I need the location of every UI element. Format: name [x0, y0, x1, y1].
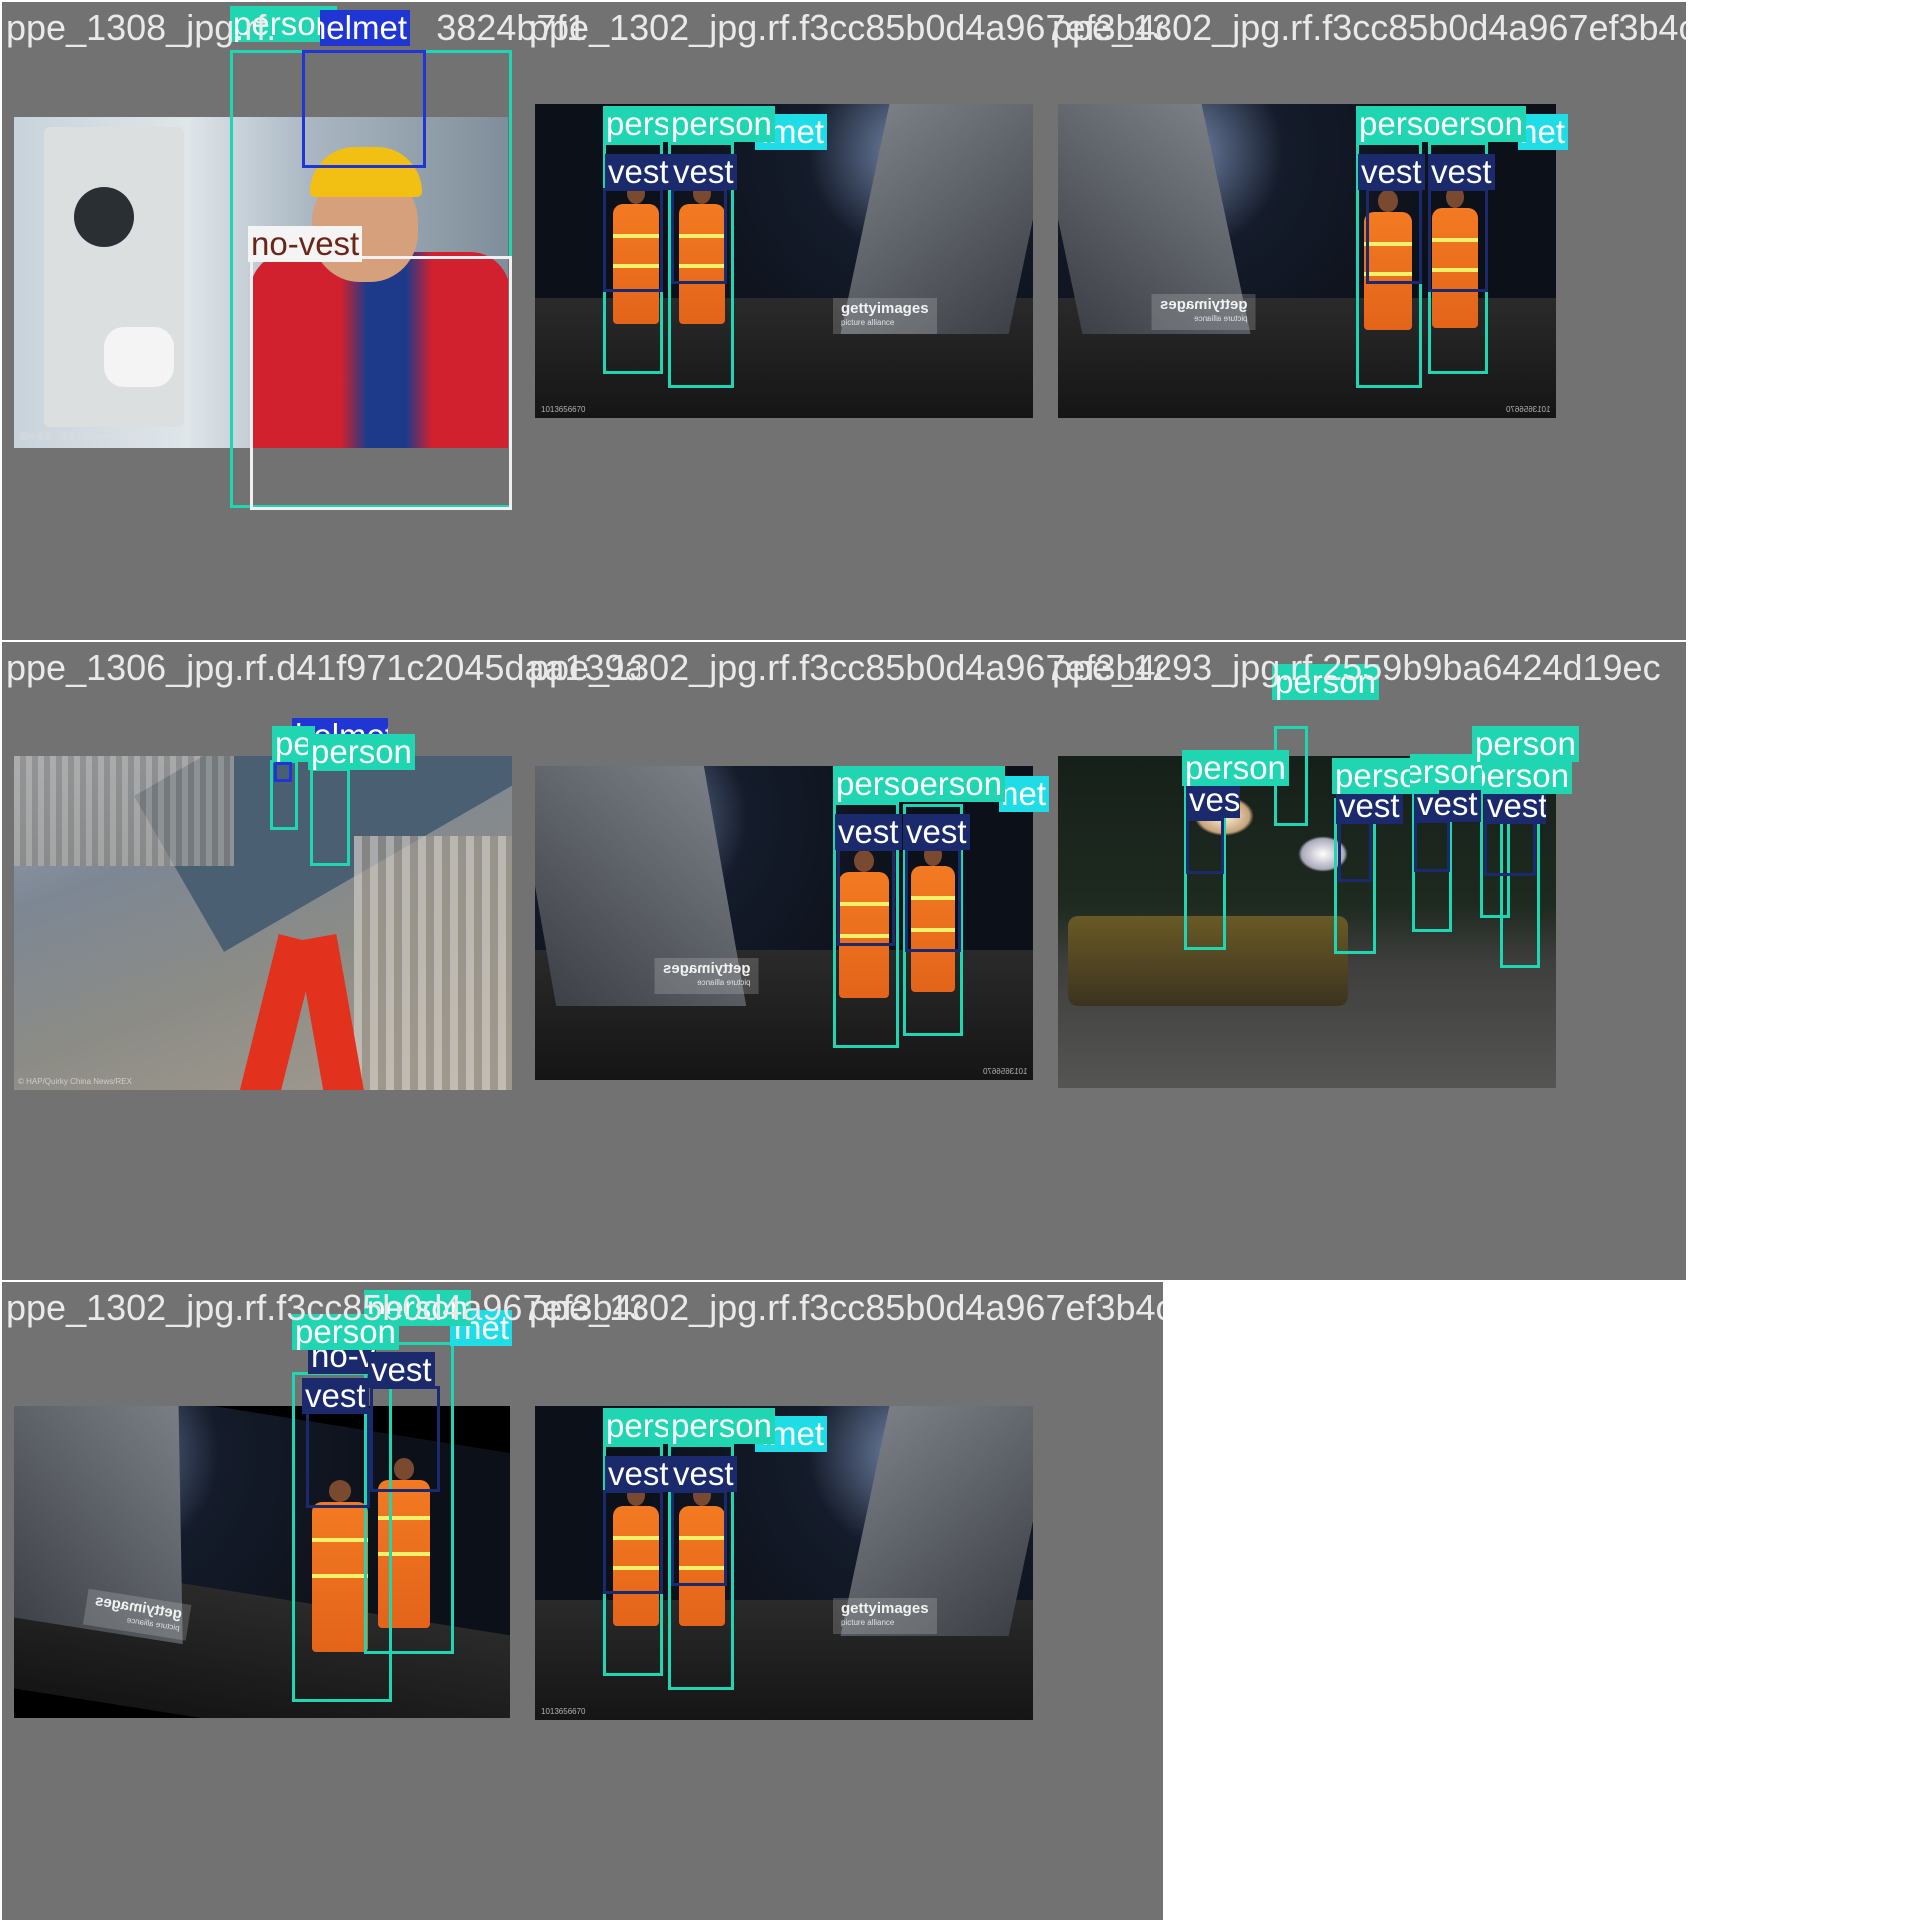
- person-label-b: person: [308, 734, 415, 770]
- vest-box-b: [905, 848, 961, 952]
- person-label-a: pers: [603, 1408, 674, 1444]
- watermark: gettyimages picture alliance: [833, 298, 937, 334]
- vest-box-b: [671, 188, 727, 284]
- vest-label-a: vest: [605, 1456, 672, 1492]
- photo: © HAP/Quirky China News/REX: [14, 756, 512, 1090]
- person-label-5: person: [1472, 726, 1579, 762]
- tile-title: ppe_1308_jpg.rf. 3824b7f1: [6, 7, 587, 48]
- vest-box-a: [1366, 188, 1422, 284]
- person-label-b: person: [1436, 106, 1526, 142]
- detection-mosaic: ppe_1308_jpg.rf. 3824b7f1 图片来源：视觉中国 www.v…: [0, 0, 1920, 1920]
- vest-box-b: [370, 1386, 440, 1492]
- vest-box-b: [671, 1490, 727, 1586]
- vest-box-3: [1414, 820, 1450, 872]
- vest-box-a: [306, 1408, 370, 1508]
- person-label-2: person: [1182, 750, 1289, 786]
- person-label-b: person: [668, 1408, 775, 1444]
- tile-title: ppe_1302_jpg.rf.f3cc85b0d4a967ef3b4cf9dc: [1052, 7, 1686, 48]
- photo-id: 1013656670: [541, 405, 586, 414]
- helmet-label: helmet: [999, 776, 1049, 812]
- photo-caption: 图片来源：视觉中国 www.vcg.com: [20, 432, 144, 441]
- vest-label-b: vest: [670, 1456, 737, 1492]
- vest-label-b: vest: [1428, 154, 1495, 190]
- vest-box-2: [1338, 820, 1372, 882]
- vest-label-b: vest: [903, 814, 970, 850]
- no-vest-box: [250, 256, 512, 510]
- tile-title: ppe_1302_jpg.rf.f3cc85b0d4a967ef3b4cf9dc: [529, 1287, 1163, 1328]
- person-label-6: person: [1482, 758, 1572, 794]
- vest-label-a: vest: [835, 814, 902, 850]
- vest-box-b: [1428, 188, 1488, 292]
- no-vest-label: no-vest: [248, 226, 363, 262]
- person-label-b: person: [668, 106, 775, 142]
- photo-id: 1013656670: [1505, 405, 1551, 414]
- vest-box-a: [603, 1490, 663, 1594]
- vest-label-b: vest: [670, 154, 737, 190]
- watermark: gettyimages picture alliance: [1152, 294, 1256, 330]
- person-label-b: person: [915, 766, 1005, 802]
- vest-box-a: [603, 188, 663, 292]
- vest-box-4: [1484, 820, 1536, 876]
- vest-label-1: vest: [1186, 782, 1240, 818]
- person-label-a: pers: [603, 106, 674, 142]
- vest-label-b: vest: [368, 1352, 435, 1388]
- watermark: gettyimages picture alliance: [655, 958, 759, 994]
- vest-box-1: [1186, 818, 1224, 874]
- helmet-box: [302, 50, 426, 168]
- vest-label-a: vest: [605, 154, 672, 190]
- tile-3: ppe_1302_jpg.rf.f3cc85b0d4a967ef3b4cf9dc…: [1048, 2, 1686, 640]
- helmet-box: [274, 762, 292, 782]
- photo-id: 1013656670: [982, 1067, 1028, 1076]
- tile-8: ppe_1302_jpg.rf.f3cc85b0d4a967ef3b4cf9dc…: [525, 1282, 1163, 1920]
- tile-title: ppe_1293_jpg.rf.2559b9ba6424d19ec: [1052, 647, 1661, 688]
- vest-label-a: vest: [302, 1378, 369, 1414]
- vest-label-a: vest: [1358, 154, 1425, 190]
- person-box-b: [310, 768, 350, 866]
- tile-6: ppe_1293_jpg.rf.2559b9ba6424d19ec vest v…: [1048, 642, 1686, 1280]
- photo-caption: © HAP/Quirky China News/REX: [18, 1077, 132, 1086]
- photo-id: 1013656670: [541, 1707, 586, 1716]
- watermark: gettyimages picture alliance: [833, 1598, 937, 1634]
- vest-box-a: [837, 848, 895, 946]
